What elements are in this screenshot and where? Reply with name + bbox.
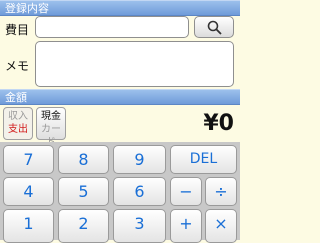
payment-method-toggle[interactable]: 現金 カード: [36, 107, 66, 148]
entry-section-header: 登録内容: [0, 0, 240, 16]
key-1-label: 1: [23, 214, 34, 233]
key-3[interactable]: 3: [113, 209, 166, 243]
key-7-label: 7: [23, 150, 34, 169]
divide-key-label: ÷: [214, 182, 228, 201]
minus-key[interactable]: −: [170, 177, 202, 206]
plus-key-label: +: [179, 214, 193, 233]
memo-label: メモ: [5, 59, 30, 73]
key-9-label: 9: [134, 150, 145, 169]
memo-input[interactable]: [35, 41, 234, 87]
expense-label: 支出: [8, 124, 28, 135]
key-4[interactable]: 4: [3, 177, 54, 206]
delete-key[interactable]: DEL: [170, 145, 237, 174]
key-8-label: 8: [78, 150, 89, 169]
key-3-label: 3: [134, 214, 145, 233]
plus-key[interactable]: +: [170, 209, 202, 243]
income-expense-toggle[interactable]: 収入 支出: [3, 107, 33, 140]
key-6[interactable]: 6: [113, 177, 166, 206]
key-5-label: 5: [78, 182, 89, 201]
amount-display: ¥0: [203, 111, 234, 136]
amount-section-header: 金額: [0, 89, 240, 105]
key-8[interactable]: 8: [58, 145, 109, 174]
search-button[interactable]: [194, 16, 234, 38]
divide-key[interactable]: ÷: [205, 177, 237, 206]
minus-key-label: −: [179, 182, 193, 201]
multiply-key[interactable]: ×: [205, 209, 237, 243]
key-2-label: 2: [78, 214, 89, 233]
delete-key-label: DEL: [189, 151, 218, 167]
cost-input[interactable]: [35, 16, 189, 38]
key-6-label: 6: [134, 182, 145, 201]
key-7[interactable]: 7: [3, 145, 54, 174]
numeric-keypad: 7 8 9 DEL 4 5 6 − ÷ 1 2 3 + ×: [0, 142, 240, 243]
key-5[interactable]: 5: [58, 177, 109, 206]
cash-label: 現金: [41, 111, 61, 122]
search-icon: [207, 20, 222, 35]
key-2[interactable]: 2: [58, 209, 109, 243]
key-1[interactable]: 1: [3, 209, 54, 243]
multiply-key-label: ×: [214, 214, 228, 233]
key-9[interactable]: 9: [113, 145, 166, 174]
key-4-label: 4: [23, 182, 34, 201]
income-label: 収入: [8, 111, 28, 122]
cost-label: 費目: [5, 23, 30, 37]
